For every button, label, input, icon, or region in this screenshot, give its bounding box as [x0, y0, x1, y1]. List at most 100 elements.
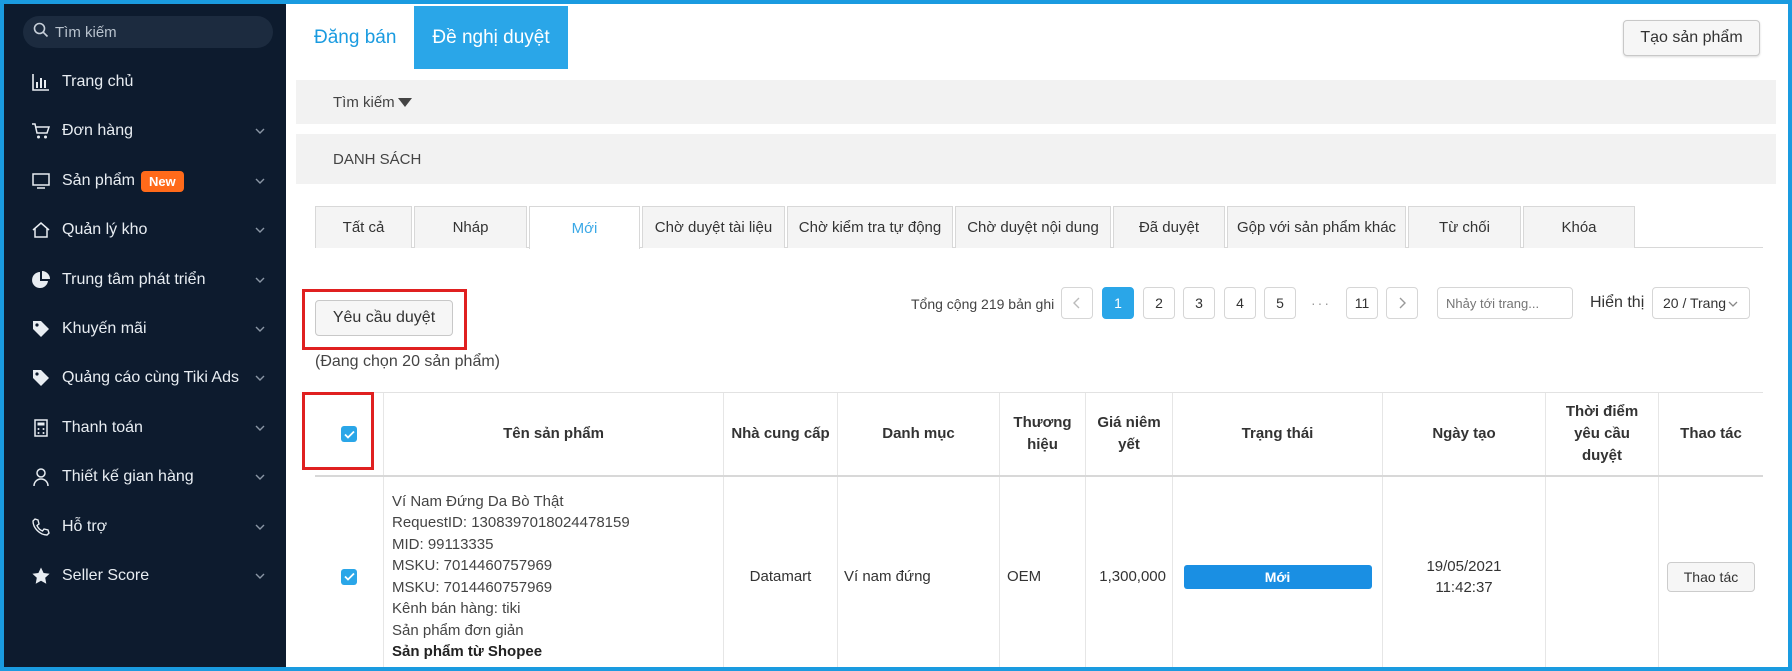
header-request-line: Thời điểm	[1565, 403, 1639, 420]
page-size-select[interactable]: 20 / Trang	[1652, 287, 1750, 319]
chevron-down-icon	[255, 573, 265, 579]
sidebar-item-home[interactable]: Trang chủ	[4, 62, 286, 102]
chevron-down-icon	[1728, 301, 1738, 307]
tab-listing[interactable]: Đăng bán	[296, 6, 414, 69]
chevron-left-icon	[1073, 297, 1080, 309]
status-tabs: Tất cả Nháp Mới Chờ duyệt tài liệu Chờ k…	[315, 206, 1763, 249]
home-icon	[30, 219, 52, 241]
chevron-down-icon	[255, 474, 265, 480]
tab-pending-documents[interactable]: Chờ duyệt tài liệu	[642, 206, 785, 248]
jump-to-page-input[interactable]	[1437, 287, 1573, 319]
tab-all[interactable]: Tất cả	[315, 206, 412, 248]
sidebar-item-promotions[interactable]: Khuyến mãi	[4, 309, 286, 349]
tab-pending-content[interactable]: Chờ duyệt nội dung	[955, 206, 1111, 248]
row-supplier: Datamart	[724, 477, 838, 667]
page-3[interactable]: 3	[1183, 287, 1215, 319]
search-icon	[33, 22, 49, 43]
page-2[interactable]: 2	[1143, 287, 1175, 319]
header-request-line: duyệt	[1581, 447, 1622, 464]
sidebar-item-orders[interactable]: Đơn hàng	[4, 111, 286, 151]
product-msku: MSKU: 7014460757969	[392, 578, 553, 596]
product-title: Ví Nam Đứng Da Bò Thật	[392, 492, 564, 510]
header-actions: Thao tác	[1680, 425, 1742, 442]
sidebar-item-label: Seller Score	[62, 567, 150, 584]
row-price: 1,300,000	[1086, 477, 1173, 667]
product-info: Ví Nam Đứng Da Bò Thật RequestID: 130839…	[384, 477, 724, 667]
sidebar-item-support[interactable]: Hỗ trợ	[4, 507, 286, 547]
prev-page-button[interactable]	[1061, 287, 1093, 319]
sidebar-item-warehouse[interactable]: Quản lý kho	[4, 210, 286, 250]
product-msku: MSKU: 7014460757969	[392, 557, 553, 574]
tab-new[interactable]: Mới	[529, 206, 640, 249]
checkbox-checked-icon[interactable]	[341, 568, 357, 585]
sidebar-item-tiki-ads[interactable]: Quảng cáo cùng Tiki Ads	[4, 358, 286, 398]
product-channel: Kênh bán hàng: tiki	[392, 600, 521, 617]
header-supplier: Nhà cung cấp	[724, 393, 838, 475]
sidebar-search[interactable]	[23, 16, 273, 48]
sidebar-item-seller-score[interactable]: Seller Score	[4, 556, 286, 596]
page-ellipsis[interactable]: ···	[1305, 287, 1337, 319]
header-created-date: Ngày tạo	[1383, 393, 1546, 475]
chevron-down-icon	[255, 227, 265, 233]
chevron-down-icon	[255, 524, 265, 530]
header-product-name: Tên sản phẩm	[384, 393, 724, 475]
tab-approved[interactable]: Đã duyệt	[1113, 206, 1225, 248]
chevron-down-icon	[255, 326, 265, 332]
status-badge: Mới	[1183, 564, 1372, 589]
page-5[interactable]: 5	[1264, 287, 1296, 319]
header-request-line: yêu cầu	[1574, 425, 1630, 442]
search-toggle-bar[interactable]: Tìm kiếm	[296, 80, 1776, 124]
sidebar-item-label: Quảng cáo cùng Tiki Ads	[62, 369, 239, 386]
page-11[interactable]: 11	[1346, 287, 1378, 319]
page-4[interactable]: 4	[1224, 287, 1256, 319]
create-product-button[interactable]: Tạo sản phẩm	[1623, 20, 1760, 56]
request-approval-button[interactable]: Yêu cầu duyệt	[315, 300, 453, 336]
tab-rejected[interactable]: Từ chối	[1408, 206, 1521, 248]
row-actions: Thao tác	[1659, 477, 1763, 667]
pie-icon	[30, 269, 52, 291]
page-size-value: 20 / Trang	[1663, 295, 1727, 311]
sidebar-item-products[interactable]: Sản phẩm New	[4, 161, 286, 201]
row-created-time: 11:42:37	[1435, 578, 1493, 596]
page-size-label: Hiển thị	[1590, 294, 1645, 311]
page-1[interactable]: 1	[1102, 287, 1134, 319]
next-page-button[interactable]	[1386, 287, 1418, 319]
header-category: Danh mục	[838, 393, 1000, 475]
tab-draft[interactable]: Nháp	[414, 206, 527, 248]
tag-icon	[30, 367, 52, 389]
row-action-button[interactable]: Thao tác	[1667, 561, 1755, 592]
header-request-time: Thời điểm yêu cầu duyệt	[1546, 393, 1659, 475]
row-brand: OEM	[1000, 477, 1086, 667]
header-status: Trạng thái	[1173, 393, 1383, 475]
sidebar: Trang chủ Đơn hàng Sản phẩm New Quản lý …	[4, 4, 286, 667]
cart-icon	[30, 120, 52, 142]
tab-locked[interactable]: Khóa	[1523, 206, 1635, 248]
new-badge: New	[140, 170, 184, 192]
tag-icon	[30, 318, 52, 340]
header-brand-line: Thương	[1013, 414, 1072, 431]
header-price-line: Giá niêm	[1097, 414, 1161, 431]
sidebar-item-label: Sản phẩm	[62, 172, 135, 189]
calculator-icon	[30, 417, 52, 439]
chart-icon	[30, 71, 52, 93]
row-created: 19/05/2021 11:42:37	[1383, 477, 1546, 667]
total-records: Tổng cộng 219 bản ghi	[911, 296, 1055, 312]
tab-approval-request[interactable]: Đề nghị duyệt	[414, 6, 568, 69]
sidebar-item-store-design[interactable]: Thiết kế gian hàng	[4, 457, 286, 497]
chevron-down-icon	[255, 128, 265, 134]
sidebar-item-payment[interactable]: Thanh toán	[4, 408, 286, 448]
header-select-all[interactable]	[315, 393, 384, 475]
monitor-icon	[30, 170, 52, 192]
checkbox-checked-icon[interactable]	[341, 426, 357, 442]
header-brand-line: hiệu	[1027, 436, 1058, 453]
sidebar-search-input[interactable]	[55, 23, 255, 41]
sidebar-item-growth-center[interactable]: Trung tâm phát triển	[4, 260, 286, 300]
sidebar-item-label: Hỗ trợ	[62, 518, 108, 535]
chevron-down-icon	[255, 425, 265, 431]
tab-pending-auto-check[interactable]: Chờ kiểm tra tự động	[787, 206, 953, 248]
sidebar-item-label: Thanh toán	[62, 419, 143, 436]
row-category: Ví nam đứng	[838, 477, 1000, 667]
table-row: Ví Nam Đứng Da Bò Thật RequestID: 130839…	[315, 477, 1763, 667]
row-select[interactable]	[315, 477, 384, 667]
tab-merged[interactable]: Gộp với sản phẩm khác	[1227, 206, 1406, 248]
